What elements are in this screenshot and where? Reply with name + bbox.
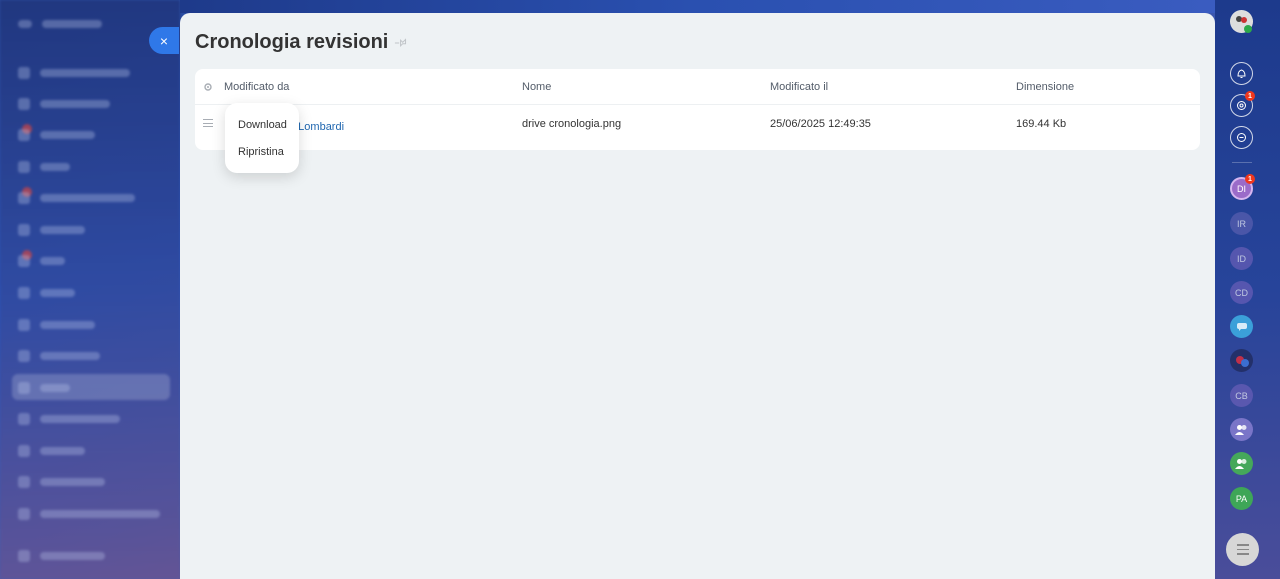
group-avatar-icon[interactable] — [1230, 349, 1253, 372]
sidebar-logo — [18, 17, 102, 31]
avatar-ir[interactable]: IR — [1230, 212, 1253, 235]
grid-header: Modificato da Nome Modificato il Dimensi… — [195, 69, 1200, 105]
menu-item-restore[interactable]: Ripristina — [238, 146, 284, 158]
sidebar-item — [18, 349, 100, 363]
sidebar-item — [18, 191, 135, 205]
sidebar-item — [18, 97, 110, 111]
chat-icon[interactable] — [1230, 315, 1253, 338]
sidebar-item — [18, 381, 70, 395]
sidebar-item — [18, 507, 160, 521]
divider — [1232, 162, 1252, 163]
column-header-size[interactable]: Dimensione — [1016, 81, 1074, 93]
page-title: Cronologia revisioni — [195, 31, 389, 53]
avatar-cb[interactable]: CB — [1230, 384, 1253, 407]
notification-icon[interactable] — [1230, 62, 1253, 85]
title-row: Cronologia revisioni — [195, 31, 408, 54]
avatar-id[interactable]: ID — [1230, 247, 1253, 270]
avatar-cd[interactable]: CD — [1230, 281, 1253, 304]
sidebar-item — [18, 286, 75, 300]
sidebar-item — [18, 223, 85, 237]
column-header-modified-on[interactable]: Modificato il — [770, 81, 828, 93]
column-header-modified-by[interactable]: Modificato da — [224, 81, 289, 93]
menu-icon — [1236, 544, 1249, 546]
pin-icon[interactable] — [394, 34, 411, 51]
avatar-pa[interactable]: PA — [1230, 487, 1253, 510]
gear-icon[interactable] — [203, 82, 213, 92]
user-avatar[interactable] — [1230, 10, 1253, 33]
group-icon-green[interactable] — [1230, 452, 1253, 475]
sidebar-item — [18, 128, 95, 142]
close-slider-button[interactable]: × — [149, 27, 179, 54]
sidebar-item — [18, 318, 95, 332]
menu-item-download[interactable]: Download — [238, 119, 287, 131]
top-strip — [180, 0, 1215, 13]
notification-badge: 1 — [1245, 91, 1255, 101]
sidebar-item — [18, 254, 65, 268]
file-name: drive cronologia.png — [522, 118, 622, 130]
revision-history-panel: Cronologia revisioni Modificato da Nome … — [180, 13, 1215, 579]
sidebar-item — [18, 66, 130, 80]
search-chat-icon[interactable] — [1230, 126, 1253, 149]
group-icon[interactable] — [1230, 418, 1253, 441]
row-menu-icon[interactable] — [203, 119, 213, 127]
sidebar-item — [18, 549, 105, 563]
close-icon: × — [159, 32, 169, 49]
revisions-grid: Modificato da Nome Modificato il Dimensi… — [195, 69, 1200, 150]
column-header-name[interactable]: Nome — [522, 81, 551, 93]
sidebar-item — [18, 444, 85, 458]
modified-on: 25/06/2025 12:49:35 — [770, 118, 871, 130]
file-size: 169.44 Kb — [1016, 118, 1067, 130]
avatar-badge: 1 — [1245, 174, 1255, 184]
sidebar-item — [18, 475, 105, 489]
table-row[interactable]: a Lombardi drive cronologia.png 25/06/20… — [195, 105, 1200, 150]
sidebar-item — [18, 412, 120, 426]
menu-button[interactable] — [1226, 533, 1259, 566]
row-context-menu: Download Ripristina — [225, 103, 299, 173]
left-sidebar-blurred — [0, 0, 180, 579]
sidebar-item — [18, 160, 70, 174]
